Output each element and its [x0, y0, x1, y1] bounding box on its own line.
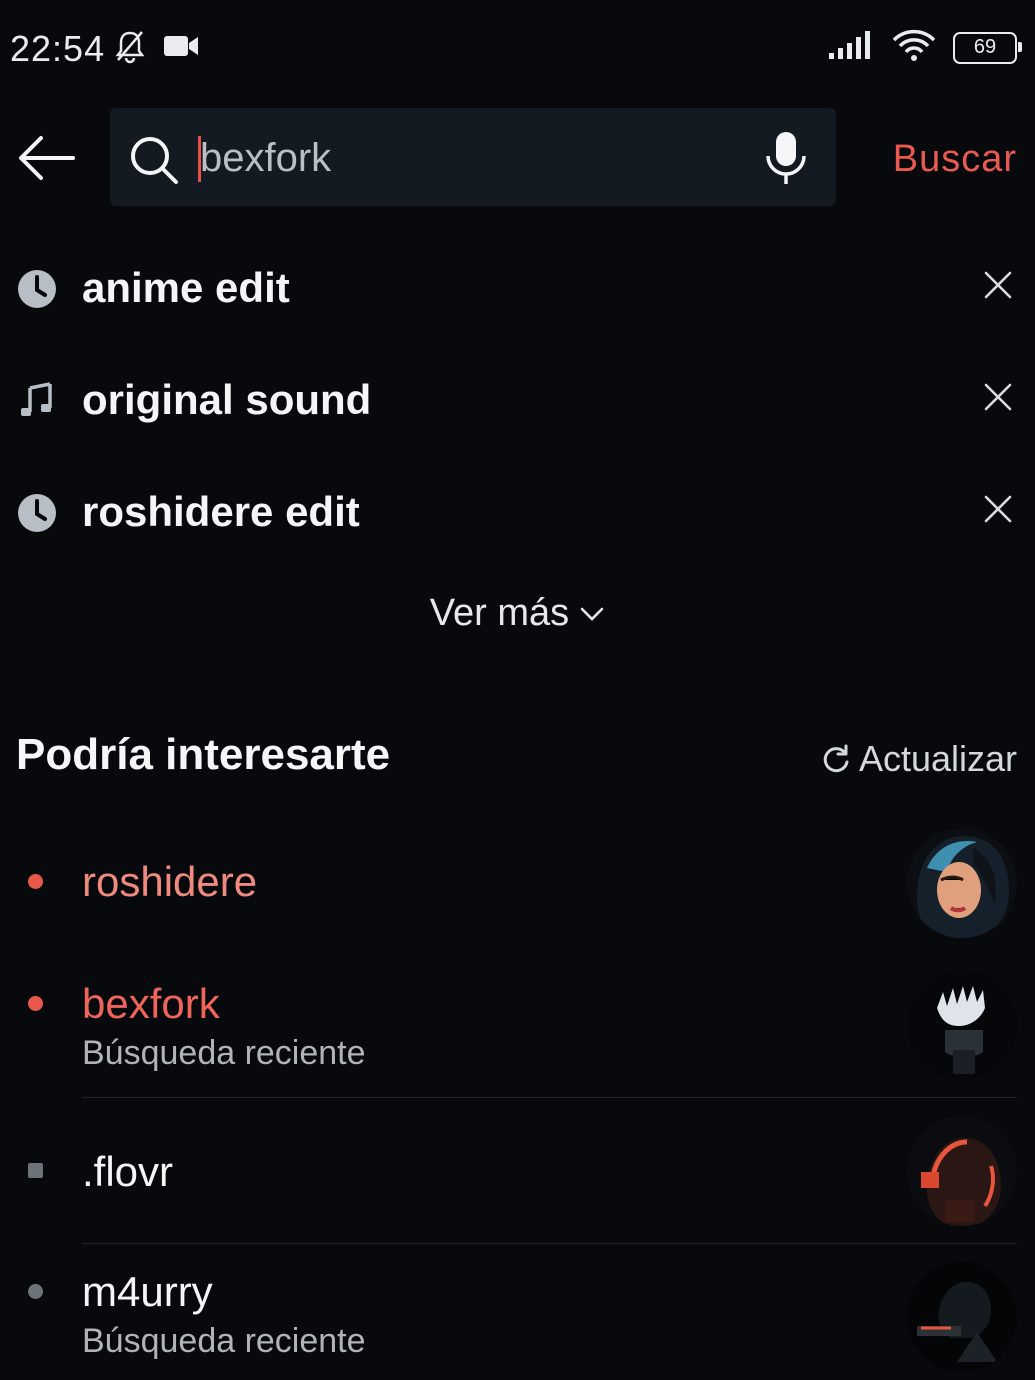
suggestion-subtitle: Búsqueda reciente: [82, 1034, 366, 1072]
refresh-button[interactable]: Actualizar: [821, 738, 1017, 780]
close-icon[interactable]: [983, 270, 1013, 305]
search-box[interactable]: bexfork: [110, 108, 836, 206]
status-time: 22:54: [10, 28, 106, 69]
section-title: Podría interesarte: [16, 730, 391, 779]
suggestion-label: m4urry: [82, 1268, 213, 1315]
bell-off-icon: [112, 28, 148, 69]
history-item[interactable]: anime edit: [0, 238, 1035, 338]
avatar: [907, 970, 1017, 1080]
search-submit-button[interactable]: Buscar: [893, 138, 1017, 181]
video-camera-icon: [162, 33, 200, 64]
history-item-label: roshidere edit: [82, 488, 360, 535]
suggestion-item[interactable]: m4urry Búsqueda reciente: [0, 1254, 1035, 1380]
suggestion-subtitle: Búsqueda reciente: [82, 1322, 366, 1360]
status-icons-left: [112, 28, 200, 69]
history-item-label: original sound: [82, 376, 372, 423]
see-more-label: Ver más: [429, 592, 570, 634]
suggestion-label: .flovr: [82, 1148, 174, 1195]
wifi-icon: [891, 28, 937, 67]
clock-icon: [16, 492, 58, 539]
history-item[interactable]: roshidere edit: [0, 462, 1035, 562]
microphone-icon[interactable]: [764, 130, 808, 191]
see-more: Ver más: [0, 592, 1035, 635]
suggestion-item[interactable]: .flovr: [0, 1108, 1035, 1244]
avatar: [907, 1116, 1017, 1226]
suggestion-item[interactable]: bexfork Búsqueda reciente: [0, 960, 1035, 1098]
refresh-icon: [823, 744, 849, 773]
list-bullet: [28, 1284, 43, 1299]
list-bullet: [28, 1163, 43, 1178]
history-item-label: anime edit: [82, 264, 290, 311]
suggestion-item[interactable]: roshidere: [0, 822, 1035, 942]
avatar: [907, 828, 1017, 938]
avatar: [907, 1262, 1017, 1372]
battery-level: 69: [973, 36, 997, 58]
divider: [82, 1243, 1017, 1244]
clock-icon: [16, 268, 58, 315]
search-icon: [128, 134, 180, 191]
see-more-button[interactable]: Ver más: [430, 592, 605, 635]
close-icon[interactable]: [983, 494, 1013, 529]
suggestion-label: roshidere: [82, 858, 258, 905]
trending-dot: [28, 996, 43, 1011]
back-arrow-icon: [19, 136, 75, 180]
divider: [82, 1097, 1017, 1098]
signal-icon: [827, 29, 875, 66]
suggestion-label: bexfork: [82, 980, 220, 1027]
chevron-down-icon: [580, 607, 604, 621]
search-input[interactable]: bexfork: [200, 136, 331, 181]
history-item[interactable]: original sound: [0, 350, 1035, 450]
music-note-icon: [16, 380, 58, 427]
refresh-label: Actualizar: [858, 738, 1017, 779]
status-icons-right: 69: [827, 28, 1022, 67]
battery-icon: 69: [953, 31, 1022, 64]
back-button[interactable]: [14, 128, 80, 188]
close-icon[interactable]: [983, 382, 1013, 417]
trending-dot: [28, 874, 43, 889]
